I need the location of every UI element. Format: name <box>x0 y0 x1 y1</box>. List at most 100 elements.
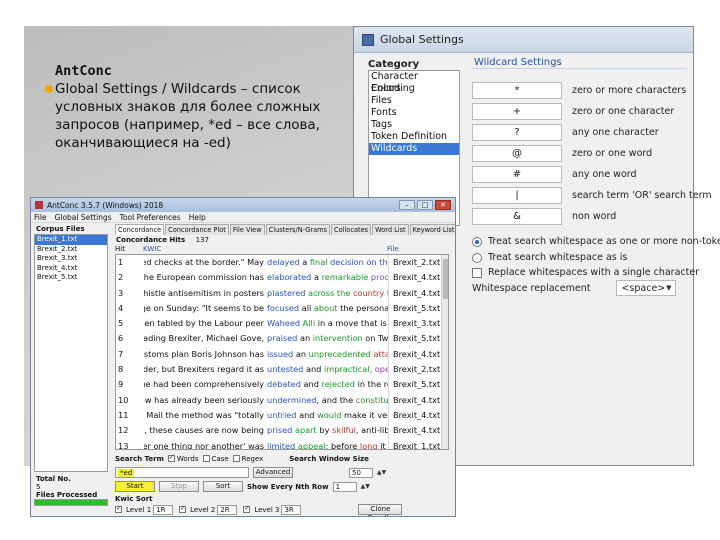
kwic-token: appeal <box>295 440 326 450</box>
table-row[interactable]: 1 eed checks at the border." May delayed a… <box>116 255 448 271</box>
table-row[interactable]: 10 f law has already been seriously underm… <box>116 392 448 408</box>
wildcard-symbol-input[interactable]: & <box>472 207 562 225</box>
corpus-files-list[interactable]: Brexit_1.txt Brexit_2.txt Brexit_3.txt Brex… <box>34 234 108 472</box>
tab-clusters-n-grams[interactable]: Clusters/N-Grams <box>265 224 330 235</box>
kwic-left-context: leading Brexiter, Michael Gove, <box>144 331 264 346</box>
category-item[interactable]: Files <box>369 95 459 107</box>
concordance-table[interactable]: 1 eed checks at the border." May delayed a… <box>115 254 449 450</box>
checkbox-replace-whitespace[interactable]: Replace whitespaces with a single charac… <box>472 267 699 278</box>
checkbox[interactable] <box>472 267 482 278</box>
wildcard-row: + zero or one character <box>472 102 674 120</box>
whitespace-replacement-value: <space> <box>621 282 666 294</box>
global-settings-titlebar[interactable]: Global Settings <box>354 27 693 53</box>
table-row[interactable]: 4 idge on Sunday: "It seems to be focused … <box>116 300 448 317</box>
table-row[interactable]: 11 ily Mail the method was "totally untrie… <box>116 407 448 424</box>
col-hit[interactable]: Hit <box>115 245 143 254</box>
wildcard-symbol-input[interactable]: # <box>472 165 562 183</box>
maximize-icon[interactable]: □ <box>417 200 433 210</box>
checkbox[interactable] <box>202 455 210 462</box>
table-row[interactable]: 12 rm, these causes are now being prised a… <box>116 423 448 439</box>
table-row[interactable]: 5 been tabled by the Labour peer Waheed Al… <box>116 316 448 332</box>
table-row[interactable]: 3 -whistle antisemitism in posters plaster… <box>116 285 448 301</box>
minimize-icon[interactable]: – <box>399 200 415 210</box>
menu-item[interactable]: Help <box>189 213 206 222</box>
corpus-file-item[interactable]: Brexit_5.txt <box>35 273 107 283</box>
category-item[interactable]: Token Definition <box>369 131 459 143</box>
kwic-token: long <box>359 440 378 450</box>
kwic-left-context: been tabled by the Labour peer <box>144 316 264 331</box>
menu-item[interactable]: Global Settings <box>55 213 112 222</box>
checkbox[interactable] <box>167 453 175 462</box>
tab-file-view[interactable]: File View <box>229 224 265 235</box>
category-item[interactable]: Wildcards <box>369 143 459 155</box>
sort-level-value[interactable]: 2R <box>217 504 238 515</box>
concordance-header: Hit KWIC File <box>115 245 453 254</box>
kwic-left-context: ther one thing nor another' was <box>144 439 264 449</box>
checkbox[interactable] <box>232 455 240 462</box>
radio-label: Treat search whitespace as one or more n… <box>488 236 720 247</box>
kwic-token: a <box>299 257 310 267</box>
scrollbar-thumb[interactable] <box>443 259 448 299</box>
antconc-titlebar[interactable]: AntConc 3.5.7 (Windows) 2018 – □ ✕ <box>31 198 455 212</box>
checkbox[interactable] <box>243 504 251 513</box>
table-row[interactable]: 13 ther one thing nor another' was limited… <box>116 438 448 450</box>
table-row[interactable]: 2 ., the European commission has elaborate… <box>116 270 448 286</box>
tab-collocates[interactable]: Collocates <box>330 224 372 235</box>
tab-concordance[interactable]: Concordance <box>115 224 165 235</box>
wildcard-symbol-input[interactable]: | <box>472 186 562 204</box>
radio-whitespace-non-tokens[interactable]: Treat search whitespace as one or more n… <box>472 236 720 247</box>
stop-button[interactable]: Stop <box>159 481 199 492</box>
file-name: Brexit_2.txt <box>388 255 444 271</box>
wildcard-description: any one word <box>572 168 637 180</box>
checkbox[interactable] <box>115 504 122 513</box>
corpus-file-item[interactable]: Brexit_2.txt <box>35 245 107 255</box>
col-kwic[interactable]: KWIC <box>143 245 387 254</box>
category-item[interactable]: Fonts <box>369 107 459 119</box>
opt-case[interactable]: Case <box>202 455 229 463</box>
kwic-left-context: eed checks at the border." May <box>144 255 264 270</box>
nth-row-input[interactable]: 1 <box>332 481 357 492</box>
menu-item[interactable]: File <box>34 213 47 222</box>
clone-results-button[interactable]: Clone Results <box>358 504 403 516</box>
wildcard-description: non word <box>572 210 617 222</box>
opt-words[interactable]: Words <box>167 453 199 463</box>
wildcard-symbol-input[interactable]: * <box>472 81 562 99</box>
hit-number: 13 <box>118 440 129 450</box>
corpus-file-item[interactable]: Brexit_4.txt <box>35 264 107 274</box>
spinner-icon[interactable]: ▲▼ <box>377 469 386 476</box>
spinner-icon[interactable]: ▲▼ <box>361 483 370 490</box>
tab-keyword-list[interactable]: Keyword List <box>409 224 455 235</box>
start-button[interactable]: Start <box>115 481 155 492</box>
window-size-input[interactable]: 50 <box>349 467 373 478</box>
table-row[interactable]: 6 leading Brexiter, Michael Gove, praised … <box>116 331 448 347</box>
table-row[interactable]: 7 customs plan Boris Johnson has issued an… <box>116 346 448 363</box>
radio-whitespace-as-is[interactable]: Treat search whitespace as is <box>472 252 627 263</box>
sort-level-value[interactable]: 1R <box>153 504 174 515</box>
close-icon[interactable]: ✕ <box>435 200 451 210</box>
wildcard-symbol-input[interactable]: + <box>472 102 562 120</box>
wildcard-symbol-input[interactable]: @ <box>472 144 562 162</box>
col-file[interactable]: File <box>387 245 447 254</box>
wildcard-symbol-input[interactable]: ? <box>472 123 562 141</box>
concordance-scrollbar[interactable] <box>441 255 448 449</box>
table-row[interactable]: 9 ssue had been comprehensively debated an… <box>116 377 448 393</box>
tab-concordance-plot[interactable]: Concordance Plot <box>165 224 229 235</box>
sort-level-label: Level 2 <box>190 505 216 514</box>
sort-button[interactable]: Sort <box>203 481 243 492</box>
whitespace-replacement-select[interactable]: <space> ▼ <box>616 280 677 296</box>
menu-item[interactable]: Tool Preferences <box>120 213 181 222</box>
sort-level-value[interactable]: 3R <box>281 504 302 515</box>
search-input[interactable]: *ed <box>115 467 249 478</box>
corpus-file-item[interactable]: Brexit_3.txt <box>35 254 107 264</box>
radio-button[interactable] <box>472 236 482 247</box>
checkbox[interactable] <box>179 504 187 513</box>
radio-button[interactable] <box>472 252 482 263</box>
file-name: Brexit_5.txt <box>388 300 444 317</box>
category-item[interactable]: Character Encoding <box>369 71 459 94</box>
table-row[interactable]: 8 border, but Brexiters regard it asuntes… <box>116 362 448 378</box>
opt-regex[interactable]: Regex <box>232 455 263 463</box>
corpus-file-item[interactable]: Brexit_1.txt <box>35 235 107 245</box>
tab-word-list[interactable]: Word List <box>372 224 409 235</box>
category-item[interactable]: Tags <box>369 119 459 131</box>
advanced-button[interactable]: Advanced <box>253 467 293 478</box>
